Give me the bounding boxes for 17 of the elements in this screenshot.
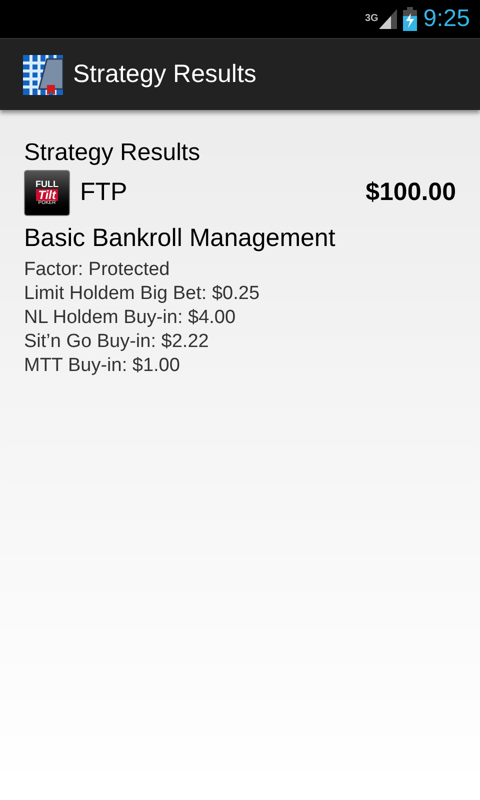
bankroll-amount: $100.00 bbox=[366, 177, 456, 208]
detail-line: NL Holdem Buy-in: $4.00 bbox=[24, 306, 237, 330]
app-icon bbox=[23, 54, 63, 94]
detail-line: Factor: Protected bbox=[24, 258, 171, 282]
strategy-name: Basic Bankroll Management bbox=[24, 223, 336, 254]
detail-line: Limit Holdem Big Bet: $0.25 bbox=[24, 282, 261, 306]
network-type: 3G bbox=[364, 12, 378, 26]
logo-text: FULL bbox=[36, 180, 58, 189]
site-name: FTP bbox=[80, 177, 128, 208]
battery-icon bbox=[403, 7, 418, 31]
logo-text: Tilt bbox=[36, 189, 58, 201]
detail-line: Sit’n Go Buy-in: $2.22 bbox=[24, 330, 210, 354]
app-title: Strategy Results bbox=[73, 58, 256, 90]
detail-line: MTT Buy-in: $1.00 bbox=[24, 354, 181, 378]
results-heading: Strategy Results bbox=[24, 138, 202, 168]
clock: 9:25 bbox=[423, 4, 470, 34]
signal-icon bbox=[379, 9, 398, 29]
